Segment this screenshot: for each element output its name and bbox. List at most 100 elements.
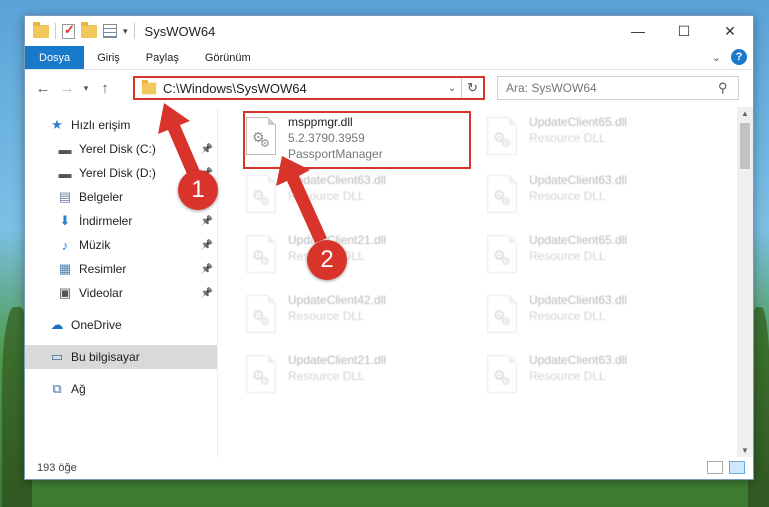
folder-icon bbox=[141, 79, 157, 94]
file-name: UpdateClient63.dll bbox=[529, 353, 628, 367]
file-description: Resource DLL bbox=[529, 131, 606, 145]
file-name: UpdateClient65.dll bbox=[529, 233, 628, 247]
status-bar: 193 öğe bbox=[25, 457, 753, 479]
window-title: SysWOW64 bbox=[144, 23, 216, 39]
forward-arrow-icon[interactable]: → bbox=[55, 80, 79, 97]
dll-file-icon: ⚙ ⚙ bbox=[483, 355, 521, 401]
recent-locations-chevron-icon[interactable]: ▾ bbox=[79, 83, 93, 94]
item-count: 193 öğe bbox=[37, 462, 77, 474]
computer-icon: ▭ bbox=[50, 349, 64, 364]
sidebar-item-bu-bilgisayar[interactable]: ▭ Bu bilgisayar bbox=[25, 345, 217, 369]
customize-dropdown-icon[interactable]: ▾ bbox=[123, 26, 128, 37]
dll-file-icon: ⚙ ⚙ bbox=[483, 235, 521, 281]
sidebar-item-resimler[interactable]: ▦ Resimler 📌 bbox=[25, 257, 217, 281]
file-name: UpdateClient63.dll bbox=[288, 173, 387, 187]
file-name: UpdateClient63.dll bbox=[529, 173, 628, 187]
sidebar-item-i-ndirmeler[interactable]: ⬇ İndirmeler 📌 bbox=[25, 209, 217, 233]
file-item[interactable]: ⚙ ⚙ UpdateClient65.dll Resource DLL bbox=[483, 231, 703, 287]
pin-icon[interactable]: 📌 bbox=[201, 240, 213, 251]
file-item[interactable]: ⚙ ⚙ UpdateClient63.dll Resource DLL bbox=[483, 291, 703, 347]
star-icon: ★ bbox=[51, 117, 63, 132]
navigation-pane: ★ Hızlı erişim ▬ Yerel Disk (C:) 📌 ▬ Yerel Dis… bbox=[25, 107, 218, 457]
sidebar-item-label: Bu bilgisayar bbox=[71, 350, 140, 364]
sidebar-item-label: Müzik bbox=[79, 238, 111, 252]
sidebar-item-videolar[interactable]: ▣ Videolar 📌 bbox=[25, 281, 217, 305]
dll-file-icon: ⚙ ⚙ bbox=[483, 117, 521, 163]
refresh-icon[interactable]: ↻ bbox=[461, 78, 483, 98]
dll-file-icon: ⚙ ⚙ bbox=[242, 175, 280, 221]
sidebar-item-onedrive[interactable]: ☁ OneDrive bbox=[25, 313, 217, 337]
sidebar-item-label: Hızlı erişim bbox=[71, 118, 131, 132]
dll-file-icon: ⚙ ⚙ bbox=[483, 295, 521, 341]
expand-ribbon-chevron-icon[interactable]: ⌄ bbox=[712, 51, 721, 64]
pin-icon[interactable]: 📌 bbox=[201, 288, 213, 299]
dll-file-icon: ⚙ ⚙ bbox=[483, 175, 521, 221]
pin-icon[interactable]: 📌 bbox=[201, 144, 213, 155]
large-icons-view-button[interactable] bbox=[729, 461, 745, 474]
scroll-down-icon[interactable]: ▼ bbox=[737, 446, 753, 455]
file-name: UpdateClient42.dll bbox=[288, 293, 387, 307]
address-dropdown-icon[interactable]: ⌄ bbox=[443, 83, 461, 94]
pin-icon[interactable]: 📌 bbox=[201, 264, 213, 275]
search-input[interactable]: Ara: SysWOW64 bbox=[506, 81, 718, 95]
explorer-window: ▾ SysWOW64 — ☐ ✕ Dosya Giriş Paylaş Görü… bbox=[24, 15, 754, 480]
vertical-scrollbar[interactable]: ▲ ▼ bbox=[737, 107, 753, 457]
file-description: Resource DLL bbox=[529, 189, 606, 203]
pin-icon[interactable]: 📌 bbox=[201, 216, 213, 227]
file-item[interactable]: ⚙ ⚙ UpdateClient63.dll Resource DLL bbox=[242, 171, 462, 227]
file-item[interactable]: ⚙ ⚙ UpdateClient42.dll Resource DLL bbox=[242, 291, 462, 347]
file-description: Resource DLL bbox=[288, 369, 365, 383]
address-bar[interactable]: C:\Windows\SysWOW64 ⌄ ↻ bbox=[133, 76, 485, 100]
tab-giris[interactable]: Giriş bbox=[84, 46, 133, 69]
quick-access-toolbar: ▾ bbox=[25, 21, 135, 39]
sidebar-item-yerel-disk-c-[interactable]: ▬ Yerel Disk (C:) 📌 bbox=[25, 137, 217, 161]
close-button[interactable]: ✕ bbox=[707, 16, 753, 46]
maximize-button[interactable]: ☐ bbox=[661, 16, 707, 46]
drive-icon: ▬ bbox=[58, 141, 72, 157]
sidebar-item-ağ[interactable]: ⧉ Ağ bbox=[25, 377, 217, 401]
address-row: ← → ▾ ↑ C:\Windows\SysWOW64 ⌄ ↻ Ara: Sys… bbox=[25, 70, 753, 106]
new-folder-icon[interactable] bbox=[81, 21, 97, 38]
file-item[interactable]: ⚙ ⚙ UpdateClient65.dll Resource DLL bbox=[483, 113, 703, 169]
tab-gorunum[interactable]: Görünüm bbox=[192, 46, 264, 69]
address-path[interactable]: C:\Windows\SysWOW64 bbox=[163, 81, 443, 96]
back-arrow-icon[interactable]: ← bbox=[31, 80, 55, 97]
dll-file-icon: ⚙ ⚙ bbox=[242, 355, 280, 401]
file-highlight-box bbox=[243, 111, 471, 169]
file-item[interactable]: ⚙⚙UpdateClient21.dllResource DLL bbox=[242, 231, 462, 287]
window-controls: — ☐ ✕ bbox=[615, 16, 753, 46]
sidebar-item-hızlı-erişim[interactable]: ★ Hızlı erişim bbox=[25, 113, 217, 137]
file-name: UpdateClient65.dll bbox=[529, 115, 628, 129]
file-description: Resource DLL bbox=[529, 369, 606, 383]
help-icon[interactable]: ? bbox=[731, 49, 747, 65]
sidebar-item-label: Resimler bbox=[79, 262, 127, 276]
up-arrow-icon[interactable]: ↑ bbox=[93, 80, 117, 97]
file-item[interactable]: ⚙ ⚙ UpdateClient63.dll Resource DLL bbox=[483, 351, 703, 407]
music-icon: ♪ bbox=[61, 237, 69, 253]
sidebar-item-label: Yerel Disk (D:) bbox=[79, 166, 156, 180]
video-icon: ▣ bbox=[58, 285, 72, 300]
scroll-thumb[interactable] bbox=[740, 123, 750, 169]
search-box[interactable]: Ara: SysWOW64 ⚲ bbox=[497, 76, 739, 100]
file-name: UpdateClient21.dll bbox=[288, 353, 387, 367]
search-icon[interactable]: ⚲ bbox=[718, 80, 738, 96]
callout-badge-1: 1 bbox=[178, 170, 218, 210]
file-name: UpdateClient63.dll bbox=[529, 293, 628, 307]
tab-dosya[interactable]: Dosya bbox=[25, 46, 85, 69]
file-description: Resource DLL bbox=[288, 189, 365, 203]
download-icon: ⬇ bbox=[59, 213, 71, 228]
scroll-up-icon[interactable]: ▲ bbox=[737, 109, 753, 118]
sidebar-item-müzik[interactable]: ♪ Müzik 📌 bbox=[25, 233, 217, 257]
dll-file-icon: ⚙ ⚙ bbox=[242, 235, 280, 281]
properties-icon[interactable] bbox=[103, 24, 117, 38]
file-item[interactable]: ⚙⚙ UpdateClient21.dll Resource DLL bbox=[242, 351, 462, 407]
sidebar-item-label: Videolar bbox=[79, 286, 123, 300]
dll-file-icon: ⚙ ⚙ bbox=[242, 295, 280, 341]
details-view-button[interactable] bbox=[707, 461, 723, 474]
title-bar: ▾ SysWOW64 — ☐ ✕ bbox=[25, 16, 753, 46]
minimize-button[interactable]: — bbox=[615, 16, 661, 46]
tab-paylas[interactable]: Paylaş bbox=[133, 46, 192, 69]
file-description: Resource DLL bbox=[529, 249, 606, 263]
properties-check-icon[interactable] bbox=[62, 22, 75, 39]
file-item[interactable]: ⚙ ⚙ UpdateClient63.dll Resource DLL bbox=[483, 171, 703, 227]
